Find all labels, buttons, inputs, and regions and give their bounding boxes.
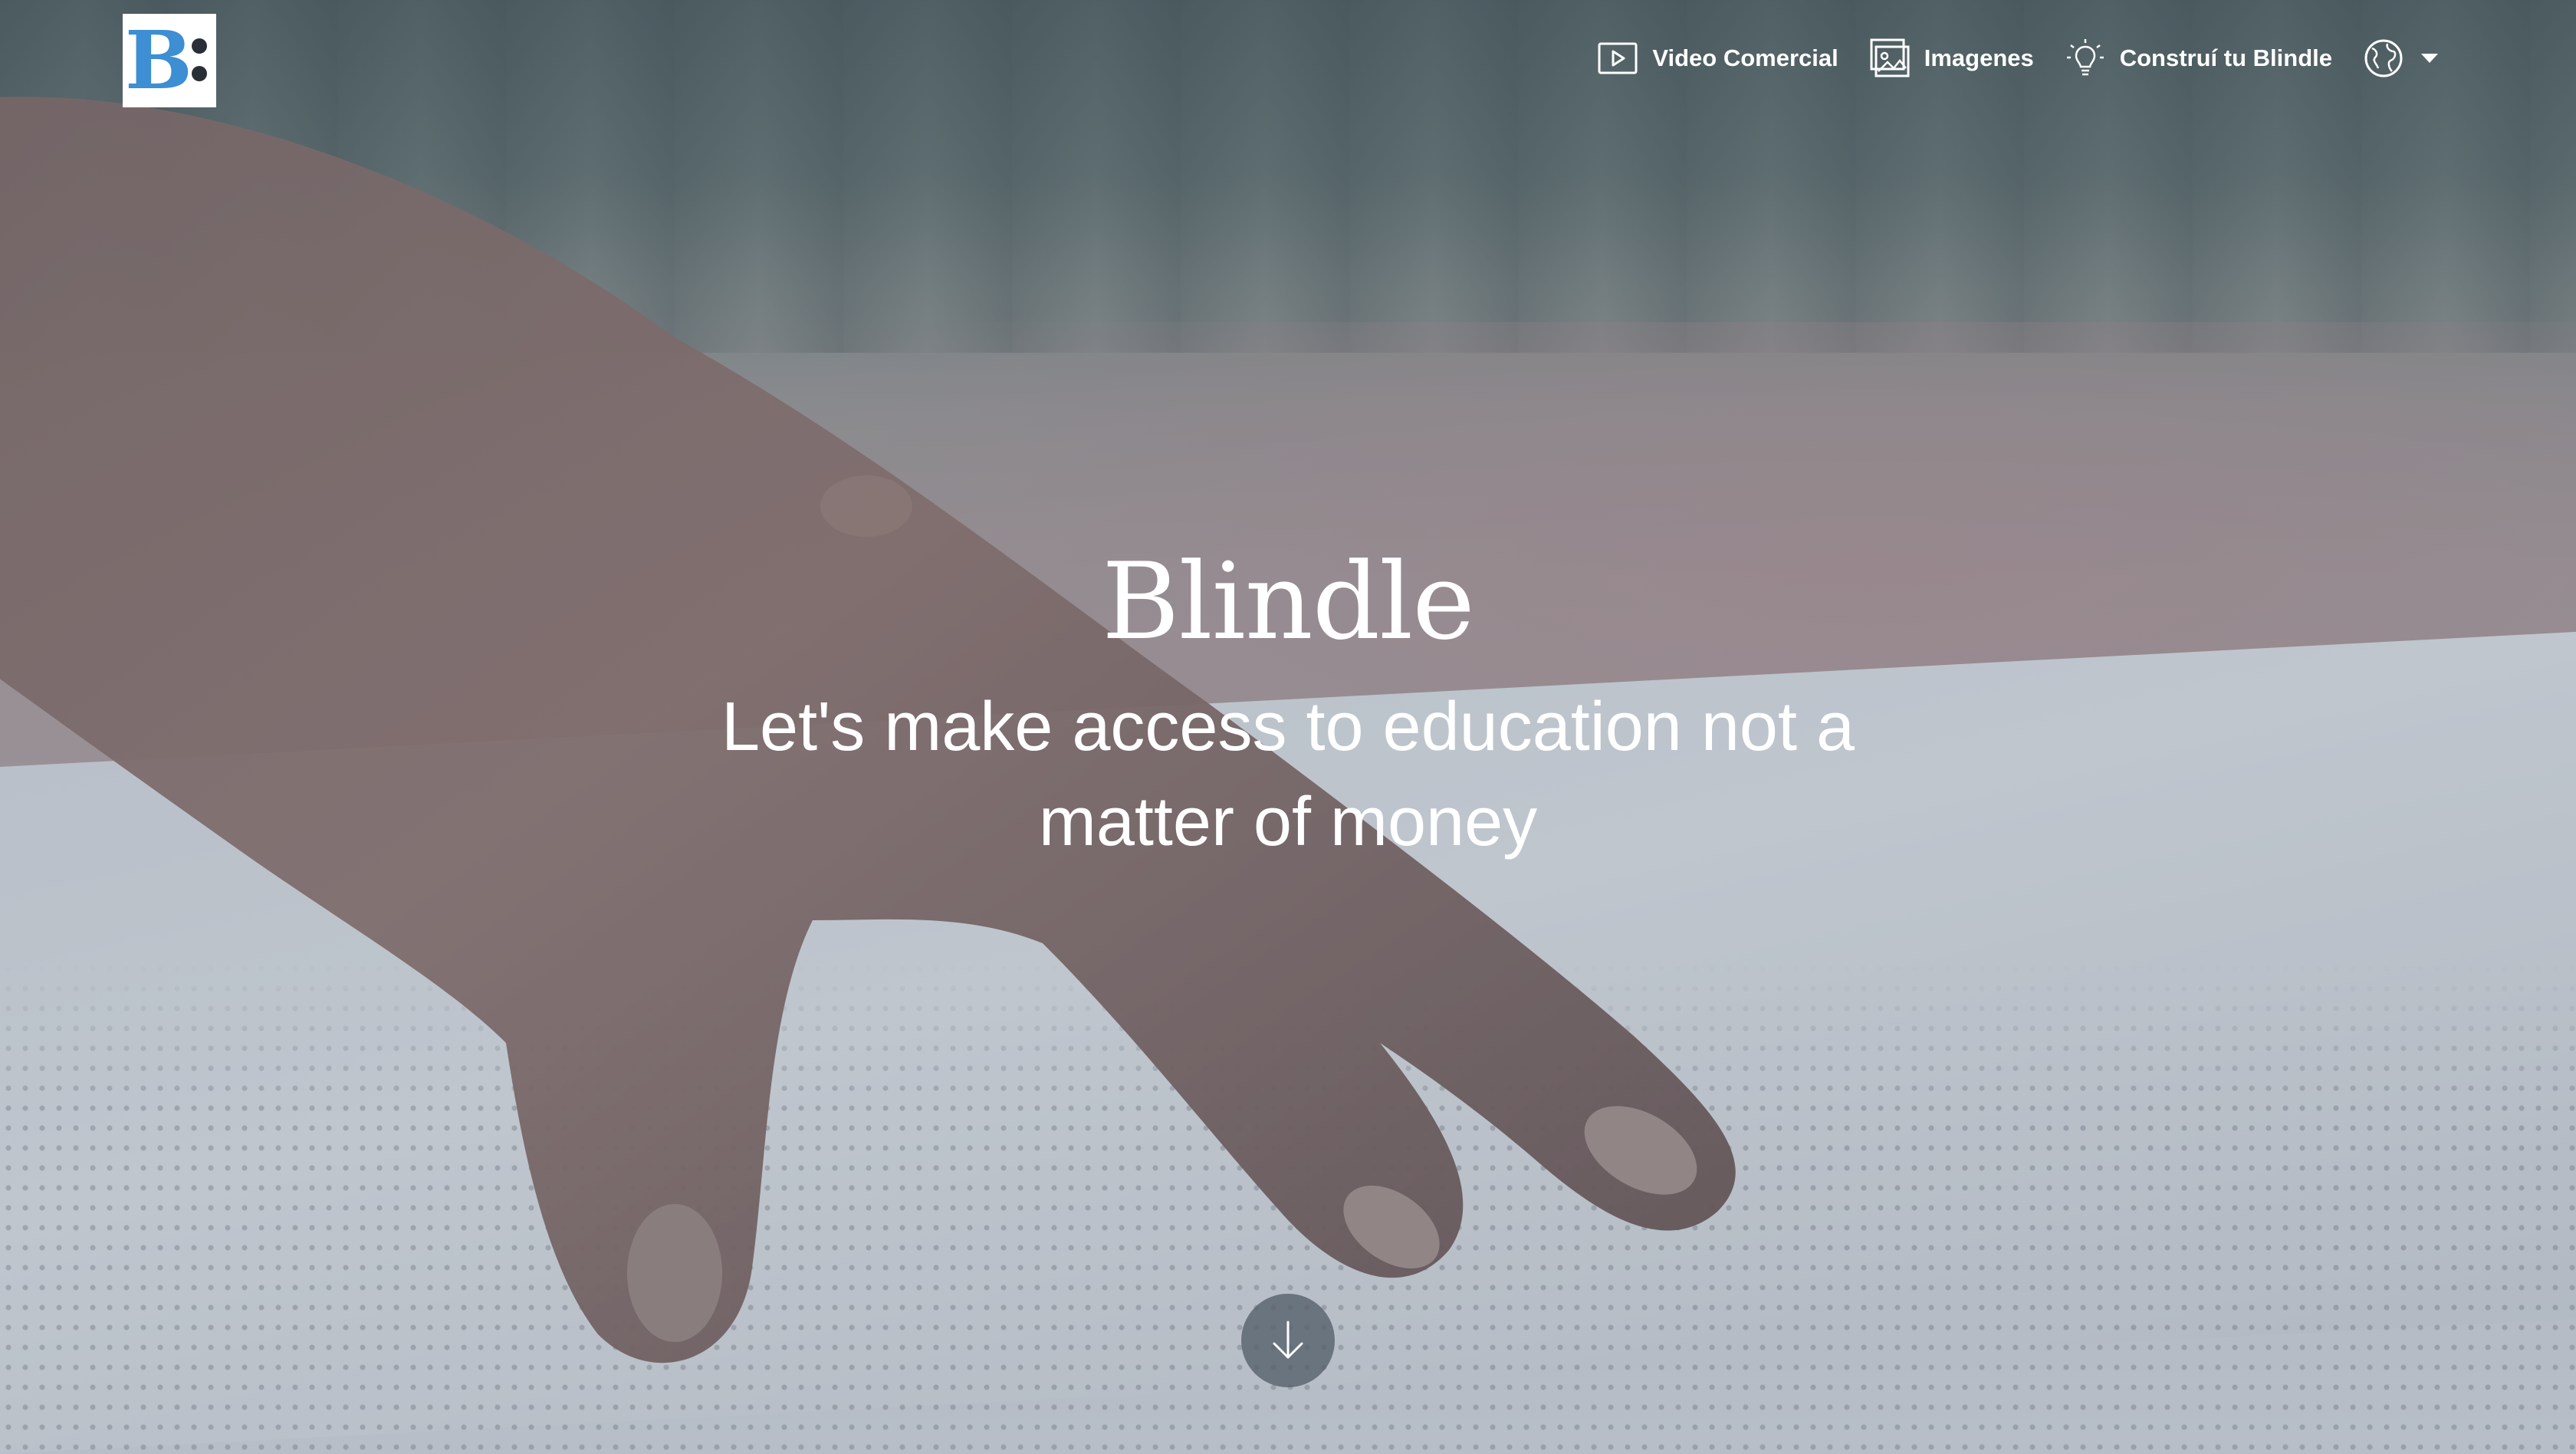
arrow-down-icon [1273,1321,1303,1359]
caret-down-icon [2421,54,2438,63]
language-selector[interactable] [2363,38,2438,79]
landing-page: B Video Comercial Imagenes Construí tu B… [0,0,2576,1454]
hero-subtitle: Let's make access to education not a mat… [721,689,1855,860]
nav-item-label: Construí tu Blindle [2119,44,2332,71]
scroll-down-button[interactable] [1241,1294,1335,1387]
nav-item-label: Video Comercial [1652,44,1838,71]
top-navigation: Video Comercial Imagenes Construí tu Bli… [1597,29,2438,87]
globe-icon [2363,38,2404,79]
logo-letter: B [125,13,192,107]
nav-item-imagenes[interactable]: Imagenes [1869,38,2034,79]
lightbulb-icon [2065,38,2106,79]
nav-item-label: Imagenes [1924,44,2034,71]
brand-logo[interactable]: B [123,14,216,107]
hero-title: Blindle [1102,540,1475,663]
hero-section: Blindle Let's make access to education n… [0,537,2576,870]
logo-dots-icon [192,38,210,84]
nav-item-video-comercial[interactable]: Video Comercial [1597,38,1838,79]
image-gallery-icon [1869,38,1911,79]
nav-item-construi-tu-blindle[interactable]: Construí tu Blindle [2065,38,2332,79]
play-video-icon [1597,38,1638,79]
